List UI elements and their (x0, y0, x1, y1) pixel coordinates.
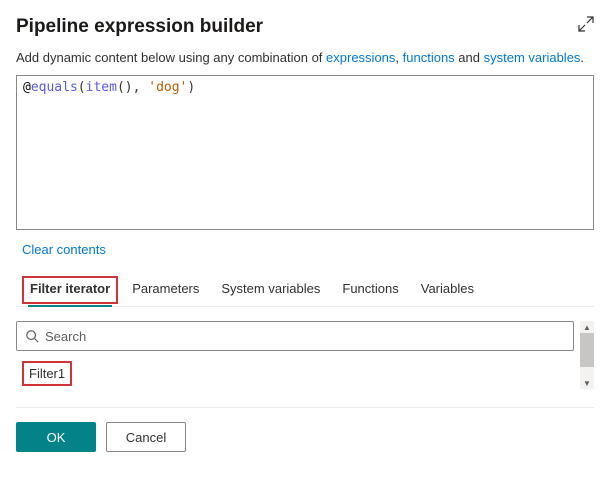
scroll-up-icon[interactable]: ▲ (580, 321, 594, 333)
tab-variables[interactable]: Variables (419, 275, 476, 306)
ok-button[interactable]: OK (16, 422, 96, 452)
tab-system-variables[interactable]: System variables (219, 275, 322, 306)
scrollbar[interactable]: ▲ ▼ (580, 321, 594, 389)
cancel-button[interactable]: Cancel (106, 422, 186, 452)
code-item: item (86, 80, 117, 95)
clear-contents-link[interactable]: Clear contents (22, 242, 106, 257)
code-paren-open: ( (78, 80, 86, 95)
expression-editor[interactable]: @equals(item(), 'dog') (16, 75, 594, 230)
code-equals: equals (31, 80, 78, 95)
system-variables-link[interactable]: system variables (484, 50, 581, 65)
list-item-filter1[interactable]: Filter1 (22, 361, 72, 386)
tab-functions[interactable]: Functions (340, 275, 400, 306)
footer-buttons: OK Cancel (16, 407, 594, 452)
search-box[interactable] (16, 321, 574, 351)
tabs-row: Filter iterator Parameters System variab… (16, 275, 594, 307)
code-paren-close: ) (187, 80, 195, 95)
code-parens-empty: () (117, 80, 133, 95)
expressions-link[interactable]: expressions (326, 50, 395, 65)
scroll-down-icon[interactable]: ▼ (580, 377, 594, 389)
page-title: Pipeline expression builder (16, 16, 263, 38)
expand-icon[interactable] (578, 16, 594, 35)
code-at: @ (23, 80, 31, 95)
tab-parameters[interactable]: Parameters (130, 275, 201, 306)
functions-link[interactable]: functions (403, 50, 455, 65)
search-input[interactable] (45, 329, 565, 344)
code-comma: , (133, 80, 149, 95)
subtitle-text: Add dynamic content below using any comb… (16, 50, 594, 65)
code-string: 'dog' (148, 80, 187, 95)
search-icon (25, 329, 39, 343)
tab-filter-iterator[interactable]: Filter iterator (28, 275, 112, 307)
scrollbar-thumb[interactable] (580, 333, 594, 367)
